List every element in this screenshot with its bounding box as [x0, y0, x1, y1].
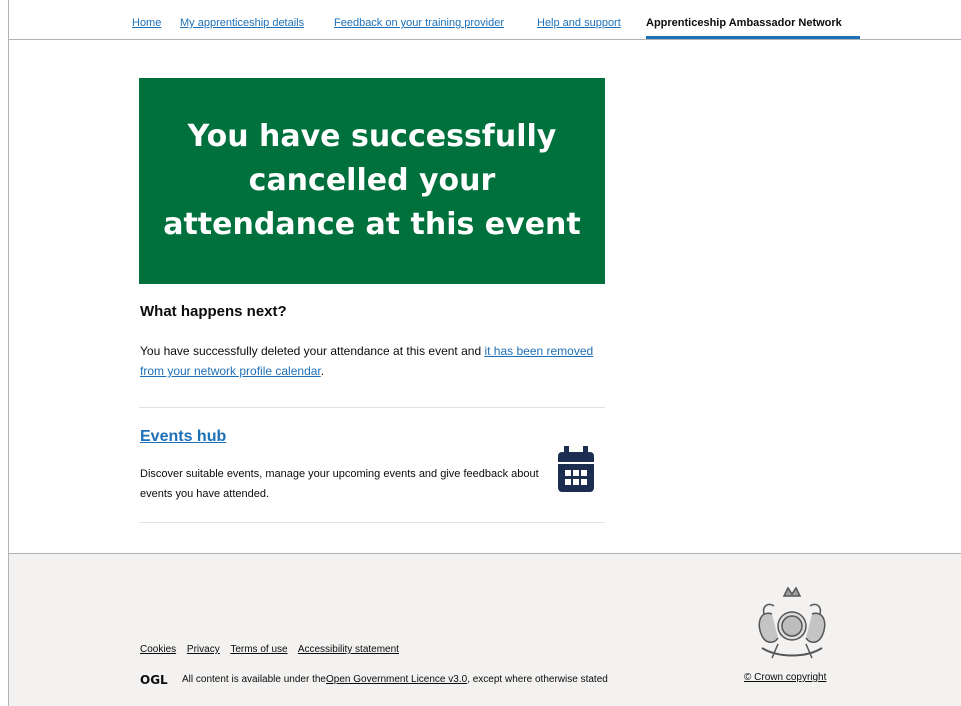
nav-link-help-and-support[interactable]: Help and support — [537, 17, 621, 29]
nav-link-home[interactable]: Home — [132, 17, 161, 29]
nav-link-apprenticeship-ambassador-network[interactable]: Apprenticeship Ambassador Network — [646, 17, 842, 29]
page-footer: Cookies Privacy Terms of use Accessibili… — [9, 553, 961, 706]
what-happens-next-text: You have successfully deleted your atten… — [140, 341, 610, 381]
licence-row: OGL All content is available under the O… — [140, 672, 608, 686]
top-navigation: Home My apprenticeship details Feedback … — [9, 0, 961, 40]
confirmation-panel-title: You have successfully cancelled your att… — [163, 119, 581, 242]
events-hub-link[interactable]: Events hub — [140, 428, 226, 446]
crown-copyright-link[interactable]: © Crown copyright — [744, 672, 826, 683]
calendar-icon — [558, 446, 594, 492]
ogl-logo-text: OGL — [140, 673, 168, 686]
nav-link-feedback-on-training-provider[interactable]: Feedback on your training provider — [334, 17, 504, 29]
events-hub-description: Discover suitable events, manage your up… — [140, 468, 539, 500]
page-frame: Home My apprenticeship details Feedback … — [8, 0, 961, 706]
section-divider-top — [139, 407, 605, 408]
open-government-licence-link[interactable]: Open Government Licence v3.0 — [326, 674, 467, 685]
next-text-before: You have successfully deleted your atten… — [140, 344, 485, 358]
footer-links: Cookies Privacy Terms of use Accessibili… — [140, 644, 407, 655]
footer-link-cookies[interactable]: Cookies — [140, 644, 176, 655]
footer-link-privacy[interactable]: Privacy — [187, 644, 220, 655]
what-happens-next-heading: What happens next? — [140, 303, 287, 320]
licence-text-before: All content is available under the — [182, 673, 326, 685]
licence-text-after: , except where otherwise stated — [467, 673, 608, 685]
section-divider-bottom — [139, 522, 605, 523]
royal-coat-of-arms-icon — [758, 586, 826, 659]
confirmation-panel: You have successfully cancelled your att… — [139, 78, 605, 284]
footer-link-terms-of-use[interactable]: Terms of use — [230, 644, 287, 655]
next-text-after: . — [320, 364, 325, 378]
footer-link-accessibility-statement[interactable]: Accessibility statement — [298, 644, 399, 655]
nav-link-my-apprenticeship-details[interactable]: My apprenticeship details — [180, 17, 304, 29]
nav-active-indicator — [646, 36, 860, 39]
ogl-logo-icon: OGL — [140, 673, 168, 686]
